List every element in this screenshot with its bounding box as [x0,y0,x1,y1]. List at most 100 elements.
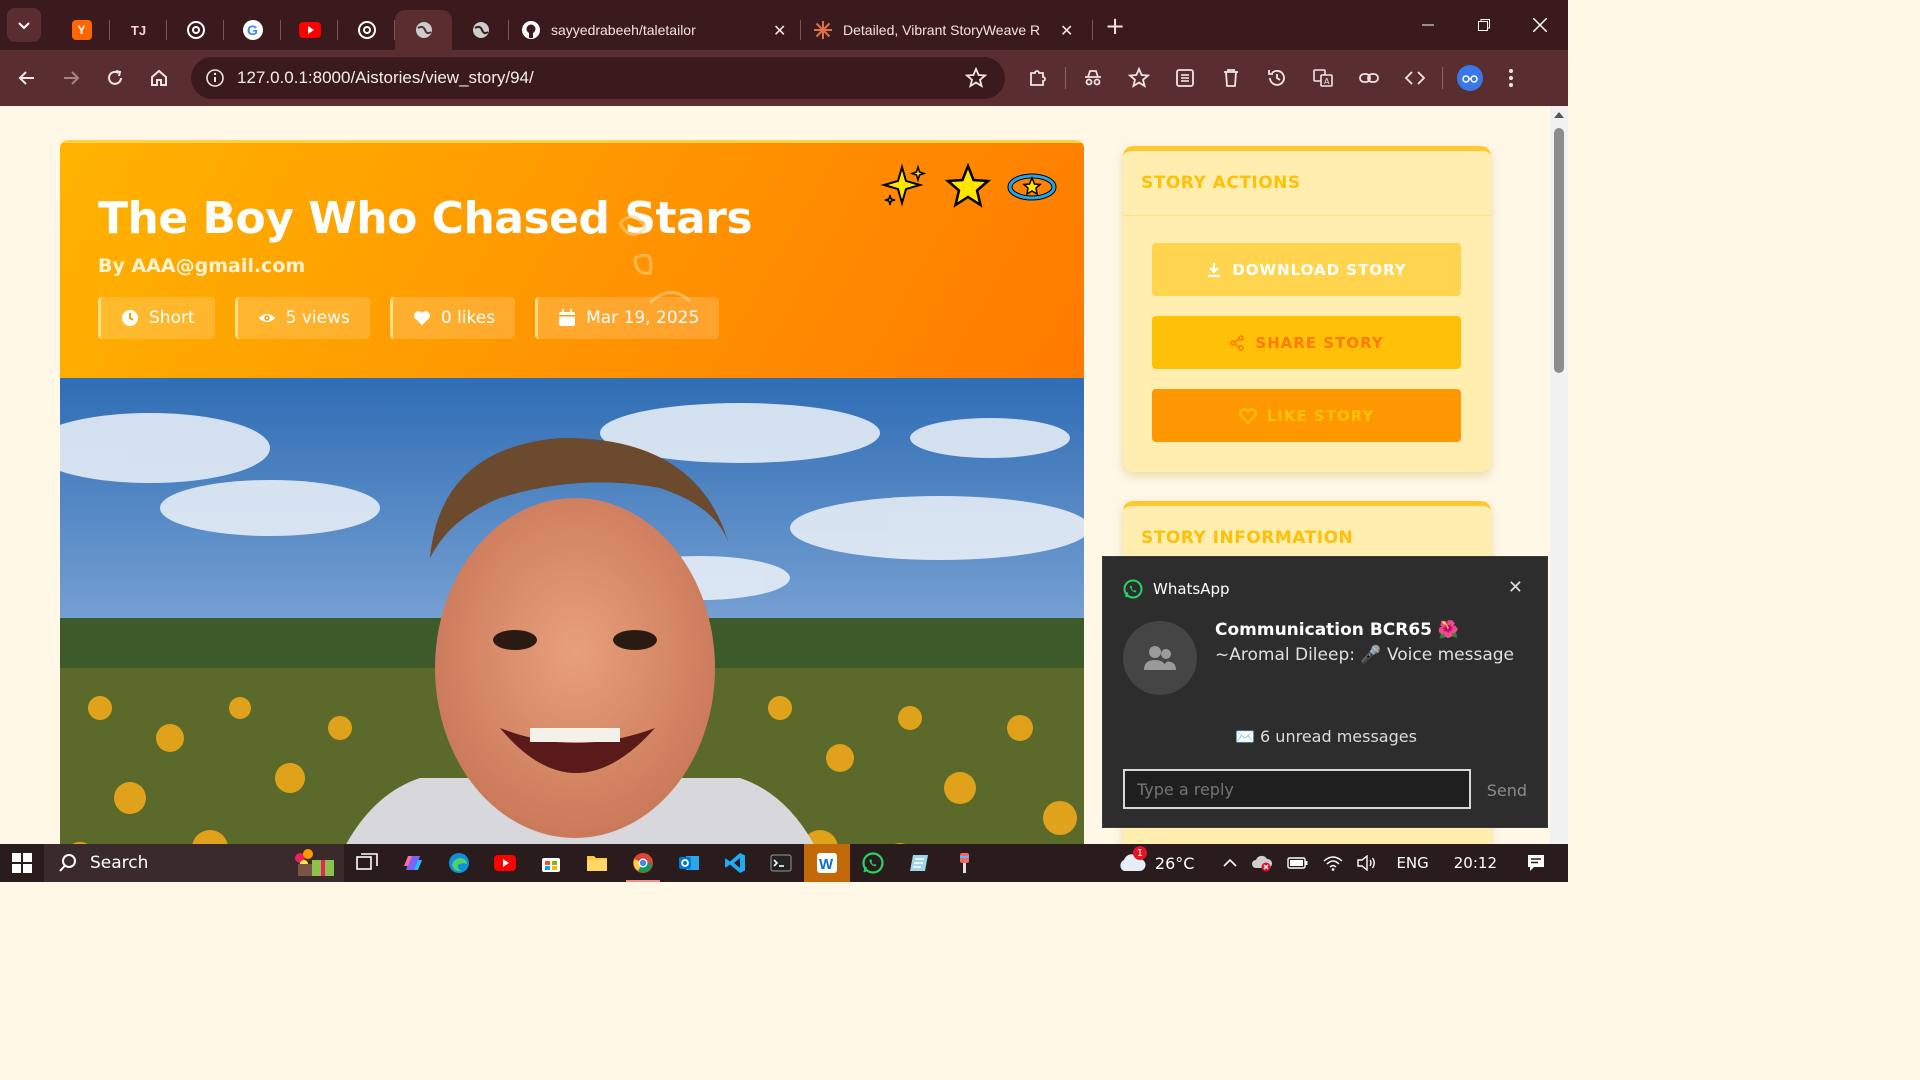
whatsapp-notification[interactable]: WhatsApp ✕ Communication BCR65 🌺 ~Aromal… [1102,556,1548,828]
new-tab-button[interactable]: + [1105,12,1125,40]
story-author: By AAA@gmail.com [98,255,306,277]
link-button[interactable] [1346,56,1392,100]
close-icon[interactable]: ✕ [1060,21,1073,40]
google-icon: G [242,20,263,40]
page-scrollbar[interactable] [1550,106,1568,844]
paint-icon [960,853,969,873]
calendar-icon [559,309,576,326]
tab-github[interactable]: sayyedrabeeh/taletailor ✕ [509,10,801,50]
scroll-thumb[interactable] [1554,128,1564,373]
send-button[interactable]: Send [1487,781,1527,800]
taskbar-notes[interactable] [896,844,942,882]
task-view-button[interactable] [344,844,390,882]
unread-count: ✉️ 6 unread messages [1235,727,1417,746]
reply-input[interactable] [1123,769,1471,809]
site-info-icon[interactable] [203,66,227,90]
start-button[interactable] [0,844,44,882]
views-chip: 5 views [234,297,370,339]
like-story-button[interactable]: LIKE STORY [1152,389,1461,442]
close-icon[interactable]: ✕ [1508,577,1523,598]
tab-search-button[interactable] [7,8,41,42]
taskbar-store[interactable] [528,844,574,882]
notification-center-button[interactable] [1526,853,1546,873]
taskbar-word-app[interactable]: W [804,844,850,882]
button-label: SHARE STORY [1255,333,1384,352]
chevron-down-icon [18,22,30,30]
weather-badge: 1 [1132,846,1147,860]
tray-volume[interactable] [1357,855,1377,871]
restore-icon[interactable] [1456,0,1512,50]
group-avatar [1123,621,1197,695]
minimize-icon[interactable] [1400,0,1456,50]
address-bar[interactable]: 127.0.0.1:8000/Aistories/view_story/94/ [191,57,1005,99]
system-tray: 1 26°C ENG 20:12 [1110,844,1568,882]
download-story-button[interactable]: DOWNLOAD STORY [1152,243,1461,296]
taskbar-vscode[interactable] [712,844,758,882]
browser-toolbar: 127.0.0.1:8000/Aistories/view_story/94/ … [0,50,1568,106]
tray-cloud-sync[interactable] [1251,854,1273,872]
taskbar-terminal[interactable] [758,844,804,882]
url-text[interactable]: 127.0.0.1:8000/Aistories/view_story/94/ [237,68,534,88]
tab-ycombinator[interactable]: Y [53,10,110,50]
notification-app: WhatsApp [1123,579,1230,599]
scroll-up-icon[interactable] [1554,112,1564,118]
taskbar-file-explorer[interactable] [574,844,620,882]
favorites-button[interactable] [1116,56,1162,100]
reload-button[interactable] [93,56,137,100]
tab-current[interactable] [395,10,452,50]
profile-button[interactable] [1447,56,1493,100]
taskbar-whatsapp[interactable] [850,844,896,882]
delete-button[interactable] [1208,56,1254,100]
close-window-icon[interactable] [1512,0,1568,50]
tab-chatgpt-2[interactable] [338,10,395,50]
devtools-button[interactable] [1392,56,1438,100]
tray-battery[interactable] [1287,856,1309,870]
toolbar-divider [1442,67,1443,89]
close-icon[interactable]: ✕ [773,21,786,40]
tray-wifi[interactable] [1323,855,1343,871]
extensions-button[interactable] [1015,56,1061,100]
pinned-tabs: Y TJ G [53,0,509,50]
tab-globe[interactable] [452,10,509,50]
share-story-button[interactable]: SHARE STORY [1152,316,1461,369]
taskbar-paint[interactable] [942,844,988,882]
taskbar-copilot[interactable] [390,844,436,882]
incognito-extension[interactable] [1070,56,1116,100]
tab-chatgpt[interactable] [167,10,224,50]
battery-icon [1287,857,1308,869]
tray-clock[interactable]: 20:12 [1454,854,1497,872]
back-button[interactable] [5,56,49,100]
tray-language[interactable]: ENG [1396,854,1428,872]
globe-icon [415,22,432,38]
taskbar-edge[interactable] [436,844,482,882]
tab-claude[interactable]: Detailed, Vibrant StoryWeave R ✕ [801,10,1093,50]
menu-button[interactable] [1493,56,1529,100]
reading-list-button[interactable] [1162,56,1208,100]
star-list-icon [1128,67,1150,88]
spy-icon [1085,70,1101,86]
taskbar-youtube[interactable] [482,844,528,882]
tab-google[interactable]: G [224,10,281,50]
home-button[interactable] [137,56,181,100]
tray-overflow-button[interactable] [1223,858,1238,868]
w-app-icon: W [817,853,837,873]
tab-youtube[interactable] [281,10,338,50]
translate-button[interactable]: A [1300,56,1346,100]
reading-list-icon [1176,69,1194,87]
globe-icon [472,22,489,38]
taskbar-chrome[interactable] [620,844,666,882]
toolbar-divider [1065,67,1066,89]
tab-tj[interactable]: TJ [110,10,167,50]
wifi-icon [1323,856,1343,871]
bookmark-star-icon[interactable] [965,67,987,89]
taskbar-outlook[interactable] [666,844,712,882]
history-icon [1268,70,1285,86]
button-label: LIKE STORY [1266,406,1375,425]
edge-icon [449,853,469,873]
forward-button[interactable] [49,56,93,100]
notification-sender: Communication BCR65 🌺 [1215,620,1460,640]
taskbar-search[interactable]: Search [44,844,344,882]
search-icon [59,854,76,872]
history-button[interactable] [1254,56,1300,100]
weather-widget[interactable]: 1 26°C [1117,846,1194,873]
